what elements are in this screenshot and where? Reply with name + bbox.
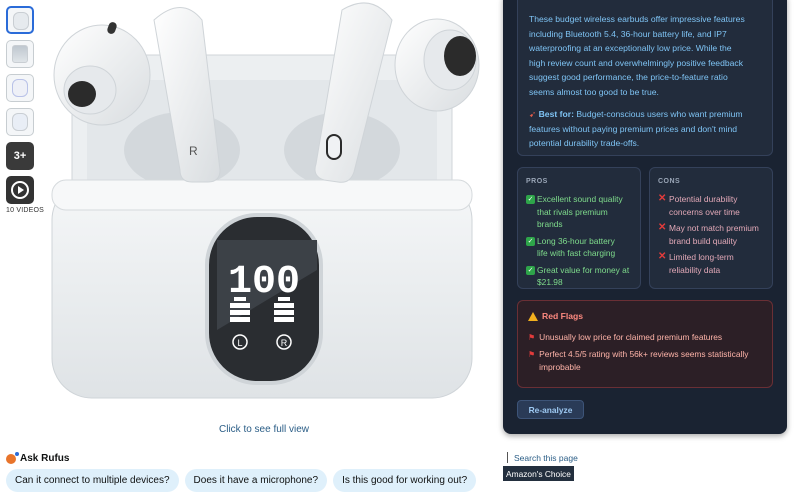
pro-text: Great value for money at (537, 264, 630, 275)
product-page: 3+ 10 VIDEOS R 100 L R Click to see full… (0, 0, 800, 492)
product-main-image[interactable]: R 100 L R (42, 0, 482, 420)
ask-rufus-title: Ask Rufus (20, 453, 70, 464)
con-item: ✕ Limited long-term reliability data (658, 251, 764, 276)
search-this-page-link[interactable]: Search this page (514, 453, 578, 463)
cross-icon: ✕ (658, 193, 667, 204)
thumbnail-2[interactable] (6, 40, 34, 68)
cons-title: CONS (658, 178, 681, 185)
badge-text: Amazon's Choice (506, 468, 571, 479)
click-full-view-link[interactable]: Click to see full view (219, 424, 309, 435)
cross-icon: ✕ (658, 251, 667, 262)
review-analysis-panel: These budget wireless earbuds offer impr… (503, 0, 787, 434)
summary-line: high review count and overwhelmingly pos… (529, 57, 744, 68)
reanalyze-button[interactable]: Re-analyze (517, 400, 584, 419)
con-item: ✕ May not match premium brand build quali… (658, 222, 764, 247)
check-icon: ✓ (526, 265, 535, 275)
cross-icon: ✕ (658, 222, 667, 233)
cons-card: CONS ✕ Potential durability concerns over… (649, 167, 773, 289)
pro-text: $21.98 (537, 277, 563, 287)
pro-item: ✓ Long 36-hour battery life with fast cha… (526, 235, 632, 260)
red-flag-item: ⚑ Unusually low price for claimed premiu… (528, 331, 762, 345)
pro-text: Excellent sound quality (537, 194, 623, 204)
pro-item: ✓ Great value for money at $21.98 (526, 264, 632, 289)
best-for: ➹ Best for: Budget-conscious users who w… (529, 107, 761, 151)
left-indicator-letter: L (237, 338, 242, 348)
rufus-chip-microphone[interactable]: Does it have a microphone? (184, 469, 328, 492)
amazons-choice-badge: Amazon's Choice (503, 466, 574, 481)
con-text: concerns over time (669, 206, 740, 217)
summary-line: including Bluetooth 5.4, 36-hour battery… (529, 28, 727, 39)
flag-icon: ⚑ (528, 349, 536, 359)
pros-card: PROS ✓ Excellent sound quality that rival… (517, 167, 641, 289)
more-images-count: 3+ (13, 150, 27, 162)
best-for-line: potential durability trade-offs. (529, 138, 640, 148)
red-flags-header: Red Flags (528, 311, 762, 321)
ask-rufus-header: Ask Rufus (6, 451, 70, 464)
summary-line: These budget wireless earbuds offer impr… (529, 14, 745, 24)
con-text: Limited long-term (669, 252, 734, 262)
rufus-chip-multiple-devices[interactable]: Can it connect to multiple devices? (6, 469, 179, 492)
rufus-icon (6, 451, 19, 464)
warning-icon (528, 311, 538, 321)
rufus-chip-working-out[interactable]: Is this good for working out? (333, 469, 477, 492)
red-flag-item: ⚑ Perfect 4.5/5 rating with 56k+ reviews… (528, 348, 762, 375)
dart-icon: ➹ (529, 109, 537, 119)
summary-line: seems almost too good to be true. (529, 86, 659, 97)
con-text: May not match premium (669, 223, 759, 233)
pro-item: ✓ Excellent sound quality that rivals pre… (526, 193, 632, 231)
left-bud-letter: R (189, 144, 198, 158)
video-thumbnail[interactable] (6, 176, 34, 204)
pros-title: PROS (526, 178, 548, 185)
best-for-label: Best for: (538, 109, 574, 119)
con-text: Potential durability (669, 194, 738, 204)
videos-count-label: 10 VIDEOS (6, 207, 44, 214)
search-this-page[interactable]: Search this page (507, 452, 578, 463)
thumbnail-4[interactable] (6, 108, 34, 136)
red-flag-text: improbable (539, 362, 581, 372)
thumbnail-1[interactable] (6, 6, 34, 34)
summary-card: These budget wireless earbuds offer impr… (517, 0, 773, 156)
red-flags-card: Red Flags ⚑ Unusually low price for clai… (517, 300, 773, 388)
con-item: ✕ Potential durability concerns over time (658, 193, 764, 218)
check-icon: ✓ (526, 236, 535, 246)
red-flag-text: Unusually low price for claimed premium … (539, 332, 723, 342)
pro-text: life with fast charging (537, 248, 616, 258)
more-images-thumbnail[interactable]: 3+ (6, 142, 34, 170)
pro-text: that rivals premium brands (537, 206, 608, 230)
pro-text: Long 36-hour battery (537, 235, 615, 246)
divider (507, 452, 508, 463)
best-for-line: features without paying premium prices a… (529, 123, 737, 134)
thumbnail-3[interactable] (6, 74, 34, 102)
con-text: reliability data (669, 264, 721, 275)
best-for-line: Budget-conscious users who want premium (573, 109, 743, 119)
check-icon: ✓ (526, 195, 535, 204)
con-text: brand build quality (669, 235, 737, 246)
play-icon (11, 181, 29, 199)
right-indicator-letter: R (281, 338, 288, 348)
red-flags-title: Red Flags (542, 311, 584, 321)
summary-line: waterproofing at an exceptionally low pr… (529, 43, 732, 53)
thumbnail-strip: 3+ (6, 6, 36, 210)
rufus-question-chips: Can it connect to multiple devices? Does… (6, 469, 477, 492)
flag-icon: ⚑ (528, 333, 536, 342)
summary-line: suggest good performance, the price-to-f… (529, 72, 728, 82)
red-flag-text: Perfect 4.5/5 rating with 56k+ reviews s… (539, 348, 749, 359)
